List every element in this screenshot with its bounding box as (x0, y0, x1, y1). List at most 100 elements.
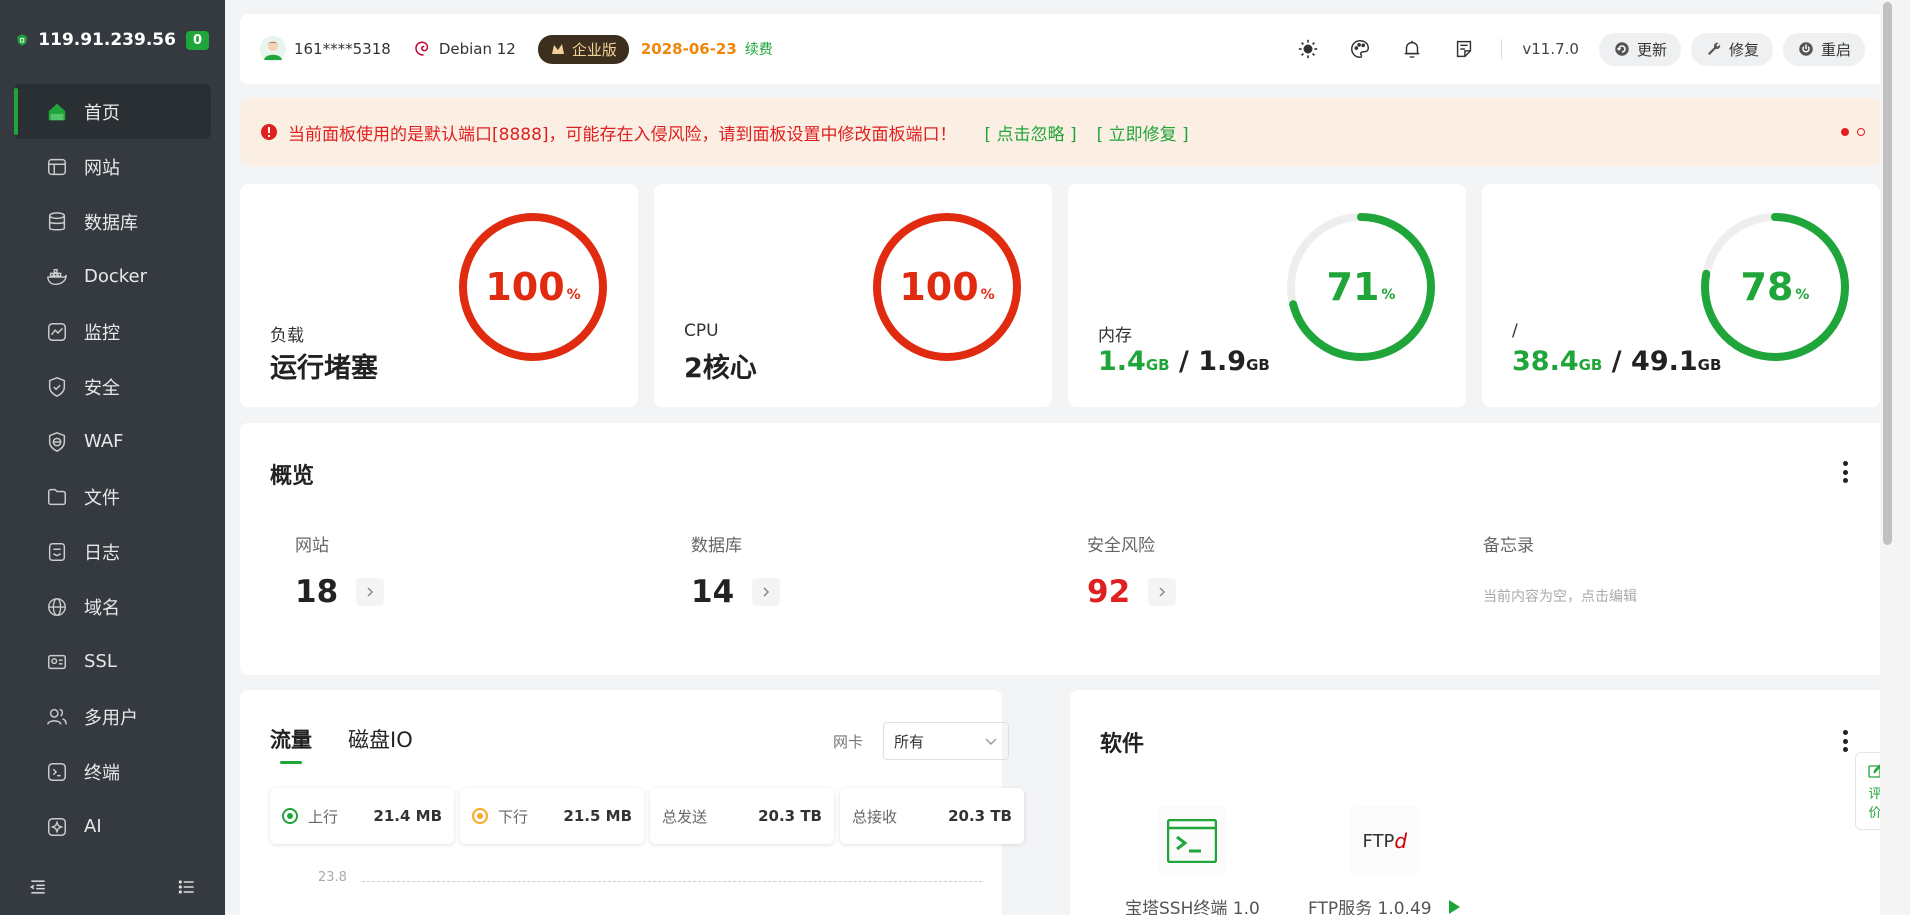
sidebar-item-label: 数据库 (84, 212, 138, 234)
collapse-sidebar-icon[interactable] (28, 877, 48, 897)
tab-traffic[interactable]: 流量 (270, 724, 312, 764)
memory-used-unit: GB (1145, 356, 1170, 374)
sidebar-item-label: 文件 (84, 487, 120, 509)
update-button[interactable]: 更新 (1598, 32, 1681, 66)
sidebar-item-home[interactable]: 首页 (14, 84, 211, 139)
top-bar: 161****5318 Debian 12 企业版 2028-06-23 续费 … (240, 14, 1885, 84)
sidebar-item-docker[interactable]: Docker (0, 249, 225, 304)
sidebar-item-terminal[interactable]: 终端 (0, 744, 225, 799)
disk-percent-sign: % (1795, 287, 1810, 303)
sidebar-item-files[interactable]: 文件 (0, 469, 225, 524)
memory-total-unit: GB (1246, 356, 1270, 374)
notes-icon[interactable] (1453, 38, 1475, 60)
nic-label: 网卡 (833, 733, 864, 751)
repair-button[interactable]: 修复 (1690, 32, 1773, 66)
cpu-percent-value: 100 (899, 265, 979, 309)
sidebar-item-ai[interactable]: AI (0, 799, 225, 854)
user-info[interactable]: 161****5318 (260, 36, 391, 62)
memory-card[interactable]: 71% 内存 1.4GB / 1.9GB (1068, 184, 1466, 407)
scrollbar-thumb[interactable] (1883, 2, 1892, 545)
baota-logo-icon (17, 34, 27, 46)
software-item-ssh[interactable]: 宝塔SSH终端 1.0 (1125, 806, 1260, 915)
sidebar-item-users[interactable]: 多用户 (0, 689, 225, 744)
cpu-card[interactable]: 100% CPU 2核心 (654, 184, 1052, 407)
download-radio-icon (472, 808, 488, 824)
sidebar-item-database[interactable]: 数据库 (0, 194, 225, 249)
sidebar-item-label: 域名 (84, 597, 120, 619)
main-content: 161****5318 Debian 12 企业版 2028-06-23 续费 … (225, 0, 1895, 915)
memory-separator: / (1169, 346, 1199, 377)
overview-memo-text[interactable]: 当前内容为空，点击编辑 (1483, 586, 1637, 606)
upload-stat[interactable]: 上行 21.4 MB (270, 788, 454, 844)
sidebar-item-label: AI (84, 816, 102, 837)
palette-icon[interactable] (1349, 38, 1371, 60)
sidebar-item-domain[interactable]: 域名 (0, 579, 225, 634)
memory-percent: 71% (1286, 212, 1436, 362)
disk-used: 38.4 (1512, 346, 1579, 377)
software-item-ftp[interactable]: FTP d FTP服务 1.0.49 (1308, 806, 1462, 915)
sidebar-item-logs[interactable]: 日志 (0, 524, 225, 579)
ignore-link[interactable]: [ 点击忽略 ] (985, 120, 1077, 145)
warning-icon (261, 124, 277, 140)
refresh-icon (1615, 42, 1629, 56)
server-count-badge[interactable]: 0 (185, 30, 209, 50)
load-card[interactable]: 100% 负载 运行堵塞 (240, 184, 638, 407)
overview-website-count[interactable]: 18 (295, 574, 338, 610)
overview-risk-label: 安全风险 (1087, 536, 1155, 556)
panel-version: v11.7.0 (1522, 40, 1579, 58)
sidebar-item-label: 日志 (84, 542, 120, 564)
sidebar-item-label: 多用户 (84, 707, 138, 729)
cpu-label: CPU (684, 321, 719, 341)
fix-link[interactable]: [ 立即修复 ] (1097, 120, 1189, 145)
disk-card[interactable]: 78% / 38.4GB / 49.1GB (1482, 184, 1880, 407)
docker-icon (46, 266, 68, 288)
debian-icon (415, 41, 428, 56)
restart-button[interactable]: 重启 (1782, 32, 1865, 66)
chevron-right-icon[interactable] (356, 578, 385, 606)
chevron-right-icon[interactable] (1148, 578, 1177, 606)
memory-label: 内存 (1098, 326, 1132, 346)
port-warning-banner: 当前面板使用的是默认端口[8888]，可能存在入侵风险，请到面板设置中修改面板端… (240, 98, 1885, 166)
sidebar-item-label: SSL (84, 651, 117, 672)
overview-database-count[interactable]: 14 (691, 574, 734, 610)
sidebar-item-website[interactable]: 网站 (0, 139, 225, 194)
renew-link[interactable]: 续费 (745, 39, 773, 59)
restart-icon (1799, 42, 1813, 56)
software-more-icon[interactable] (1842, 730, 1848, 752)
overview-database: 数据库 14 (691, 531, 781, 610)
sidebar-item-label: 网站 (84, 157, 120, 179)
overview-risk-count[interactable]: 92 (1087, 574, 1130, 610)
total-received-label: 总接收 (852, 807, 898, 826)
server-ip[interactable]: 119.91.239.56 (38, 30, 176, 50)
download-label: 下行 (498, 807, 529, 826)
scrollbar-track[interactable] (1880, 0, 1895, 915)
play-icon[interactable] (1446, 899, 1462, 915)
sidebar-item-label: 监控 (84, 322, 120, 344)
total-sent-value: 20.3 TB (758, 807, 822, 825)
sidebar-item-monitor[interactable]: 监控 (0, 304, 225, 359)
menu-list-icon[interactable] (177, 877, 197, 897)
nic-selected-value: 所有 (894, 732, 925, 751)
sidebar-item-security[interactable]: 安全 (0, 359, 225, 414)
chevron-right-icon[interactable] (752, 578, 781, 606)
page-dot-active[interactable] (1841, 128, 1849, 136)
monitor-icon (46, 321, 68, 343)
software-card: 软件 宝塔SSH终端 1.0 FTP d FTP服务 1.0.49 (1070, 690, 1885, 915)
chart-gridline (362, 881, 982, 882)
banner-pagination (1833, 128, 1865, 136)
memory-percent-sign: % (1381, 287, 1396, 303)
page-dot[interactable] (1857, 128, 1865, 136)
sidebar-item-waf[interactable]: WAF (0, 414, 225, 469)
sidebar-item-ssl[interactable]: SSL (0, 634, 225, 689)
enterprise-badge[interactable]: 企业版 (537, 34, 629, 64)
total-received-stat: 总接收 20.3 TB (840, 788, 1024, 844)
sun-icon[interactable] (1297, 38, 1319, 60)
load-percent: 100% (458, 212, 608, 362)
overview-more-icon[interactable] (1842, 461, 1848, 483)
download-stat[interactable]: 下行 21.5 MB (460, 788, 644, 844)
disk-separator: / (1602, 346, 1632, 377)
memory-total: 1.9 (1198, 346, 1247, 377)
tab-disk-io[interactable]: 磁盘IO (348, 724, 413, 754)
bell-icon[interactable] (1401, 38, 1423, 60)
nic-select[interactable]: 所有 (883, 722, 1009, 760)
